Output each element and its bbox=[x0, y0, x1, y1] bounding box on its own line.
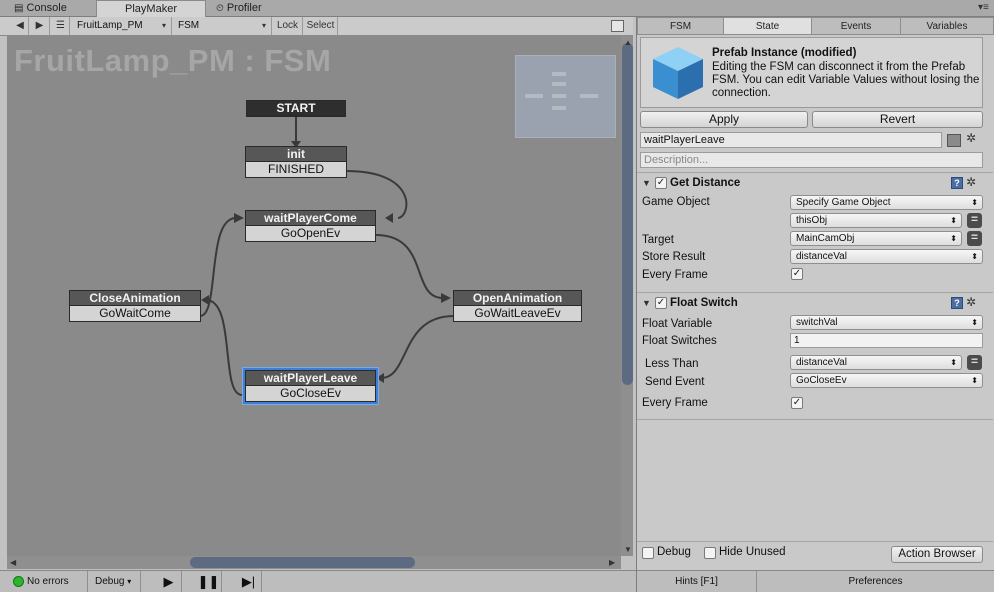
description-field[interactable]: Description... bbox=[640, 152, 983, 168]
state-waitplayercome[interactable]: waitPlayerCome GoOpenEv bbox=[245, 210, 376, 242]
action-title: Get Distance bbox=[670, 177, 741, 189]
divider bbox=[637, 541, 993, 542]
action-enabled-checkbox[interactable]: ✓ bbox=[655, 297, 667, 309]
scroll-down-icon[interactable]: ▼ bbox=[624, 545, 632, 554]
help-icon[interactable]: ? bbox=[951, 297, 963, 309]
tab-fsm[interactable]: FSM bbox=[637, 17, 724, 35]
chevron-down-icon: ▾ bbox=[127, 577, 132, 586]
state-closeanimation[interactable]: CloseAnimation GoWaitCome bbox=[69, 290, 201, 322]
less-than-select[interactable]: distanceVal ⬍ bbox=[790, 355, 962, 370]
chevron-down-icon: ⬍ bbox=[950, 216, 957, 225]
chevron-down-icon: ⬍ bbox=[971, 376, 978, 385]
revert-button[interactable]: Revert bbox=[812, 111, 983, 128]
inspector-bottom-bar: Hints [F1] Preferences bbox=[637, 570, 994, 592]
field-label: Every Frame bbox=[642, 269, 708, 281]
game-object-select[interactable]: Specify Game Object ⬍ bbox=[790, 195, 983, 210]
chevron-down-icon: ⬍ bbox=[971, 318, 978, 327]
divider bbox=[637, 292, 993, 293]
variable-toggle-button[interactable]: = bbox=[967, 355, 982, 370]
divider bbox=[637, 419, 993, 420]
variable-toggle-button[interactable]: = bbox=[967, 213, 982, 228]
action-title: Float Switch bbox=[670, 297, 738, 309]
gear-icon[interactable]: ✲ bbox=[966, 295, 976, 309]
action-enabled-checkbox[interactable]: ✓ bbox=[655, 177, 667, 189]
target-select[interactable]: MainCamObj ⬍ bbox=[790, 231, 962, 246]
collapse-triangle-icon[interactable]: ▼ bbox=[642, 298, 651, 308]
gear-icon[interactable]: ✲ bbox=[966, 131, 976, 145]
field-label: Float Variable bbox=[642, 318, 713, 330]
field-label: Every Frame bbox=[642, 397, 708, 409]
hide-unused-label: Hide Unused bbox=[719, 546, 786, 558]
field-label: Send Event bbox=[645, 376, 705, 388]
state-color-swatch[interactable] bbox=[947, 134, 961, 147]
scroll-left-icon[interactable]: ◀ bbox=[10, 558, 16, 567]
prefab-cube-icon bbox=[653, 47, 703, 99]
variable-toggle-button[interactable]: = bbox=[967, 231, 982, 246]
divider bbox=[637, 172, 993, 173]
event-gocloseev[interactable]: GoCloseEv bbox=[246, 386, 375, 401]
state-openanimation[interactable]: OpenAnimation GoWaitLeaveEv bbox=[453, 290, 582, 322]
hide-unused-checkbox[interactable] bbox=[704, 547, 716, 559]
graph-status-bar: No errors Debug ▾ ▶ ❚❚ ▶| bbox=[0, 570, 636, 592]
event-gowaitleaveev[interactable]: GoWaitLeaveEv bbox=[454, 306, 581, 321]
tab-events[interactable]: Events bbox=[812, 17, 901, 35]
status-ok-icon bbox=[13, 575, 24, 587]
horizontal-scroll-thumb[interactable] bbox=[190, 557, 415, 568]
preferences-button[interactable]: Preferences bbox=[757, 571, 994, 592]
float-variable-select[interactable]: switchVal ⬍ bbox=[790, 315, 983, 330]
tab-variables[interactable]: Variables bbox=[901, 17, 994, 35]
gear-icon[interactable]: ✲ bbox=[966, 175, 976, 189]
prefab-notice: Prefab Instance (modified) Editing the F… bbox=[640, 37, 983, 108]
error-status[interactable]: No errors bbox=[10, 571, 88, 592]
scroll-up-icon[interactable]: ▲ bbox=[624, 38, 632, 47]
game-object-value-select[interactable]: thisObj ⬍ bbox=[790, 213, 962, 228]
pause-icon[interactable]: ❚❚ bbox=[196, 571, 222, 592]
action-browser-button[interactable]: Action Browser bbox=[891, 546, 983, 563]
field-label: Target bbox=[642, 234, 674, 246]
step-icon[interactable]: ▶| bbox=[236, 571, 262, 592]
state-init[interactable]: init FINISHED bbox=[245, 146, 347, 178]
debug-select[interactable]: Debug ▾ bbox=[89, 571, 141, 592]
chevron-down-icon: ⬍ bbox=[950, 358, 957, 367]
field-label: Less Than bbox=[645, 358, 699, 370]
event-goopenev[interactable]: GoOpenEv bbox=[246, 226, 375, 241]
hints-button[interactable]: Hints [F1] bbox=[637, 571, 757, 592]
help-icon[interactable]: ? bbox=[951, 177, 963, 189]
field-label: Float Switches bbox=[642, 335, 717, 347]
event-gowaitcome[interactable]: GoWaitCome bbox=[70, 306, 200, 321]
window-menu-icon[interactable]: ▾≡ bbox=[978, 2, 989, 13]
scroll-right-icon[interactable]: ▶ bbox=[609, 558, 615, 567]
debug-checkbox[interactable] bbox=[642, 547, 654, 559]
field-label: Store Result bbox=[642, 251, 706, 263]
prefab-title: Prefab Instance (modified) bbox=[712, 47, 857, 59]
transition-links bbox=[199, 116, 455, 396]
prefab-message: Editing the FSM can disconnect it from t… bbox=[712, 61, 980, 99]
store-result-select[interactable]: distanceVal ⬍ bbox=[790, 249, 983, 264]
every-frame-checkbox[interactable]: ✓ bbox=[791, 397, 803, 409]
state-waitplayerleave[interactable]: waitPlayerLeave GoCloseEv bbox=[245, 370, 376, 402]
state-start[interactable]: START bbox=[246, 100, 346, 117]
debug-label: Debug bbox=[657, 546, 691, 558]
field-label: Game Object bbox=[642, 196, 710, 208]
collapse-triangle-icon[interactable]: ▼ bbox=[642, 178, 651, 188]
apply-button[interactable]: Apply bbox=[640, 111, 808, 128]
chevron-down-icon: ⬍ bbox=[971, 252, 978, 261]
play-icon[interactable]: ▶ bbox=[156, 571, 182, 592]
send-event-select[interactable]: GoCloseEv ⬍ bbox=[790, 373, 983, 388]
every-frame-checkbox[interactable]: ✓ bbox=[791, 268, 803, 280]
state-name-field[interactable]: waitPlayerLeave bbox=[640, 132, 942, 148]
event-finished[interactable]: FINISHED bbox=[246, 162, 346, 177]
chevron-down-icon: ⬍ bbox=[971, 198, 978, 207]
inspector-tabs: FSM State Events Variables bbox=[637, 17, 994, 35]
chevron-down-icon: ⬍ bbox=[950, 234, 957, 243]
tab-state[interactable]: State bbox=[724, 17, 812, 35]
vertical-scroll-thumb[interactable] bbox=[622, 43, 633, 385]
float-switches-field[interactable]: 1 bbox=[790, 333, 983, 348]
